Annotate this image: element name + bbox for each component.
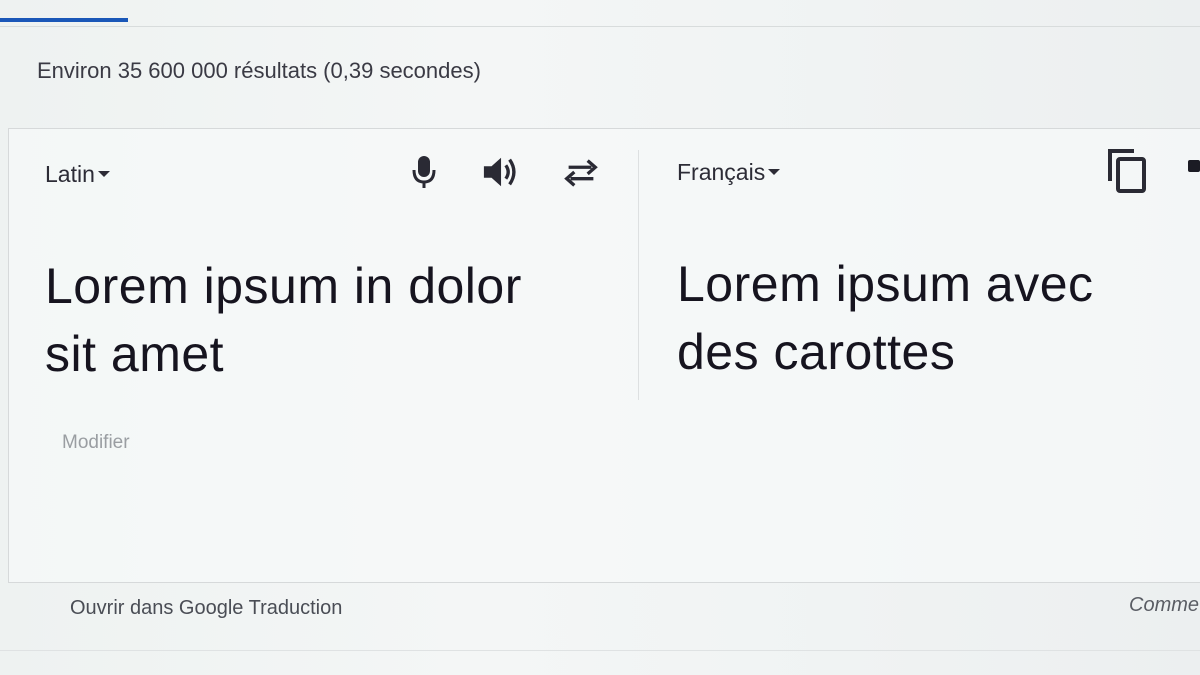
swap-languages-button[interactable] (561, 152, 601, 192)
listen-source-button[interactable] (482, 152, 522, 192)
chevron-down-icon (97, 170, 110, 177)
translated-text: Lorem ipsum avec des carottes (677, 250, 1197, 386)
more-options-icon[interactable] (1188, 160, 1200, 172)
source-text-line: sit amet (45, 326, 225, 382)
footer-divider (0, 650, 1200, 651)
translated-text-line: Lorem ipsum avec (677, 256, 1094, 312)
microphone-icon (412, 156, 436, 188)
feedback-link[interactable]: Comme (1129, 594, 1199, 617)
chevron-down-icon (768, 168, 781, 175)
swap-languages-icon (564, 159, 598, 187)
source-language-selector[interactable]: Latin (45, 161, 110, 188)
result-stats: Environ 35 600 000 résultats (0,39 secon… (37, 58, 481, 83)
speaker-icon (483, 157, 516, 187)
source-language-label: Latin (45, 161, 95, 187)
target-language-label: Français (677, 159, 766, 185)
target-language-selector[interactable]: Français (677, 159, 781, 186)
open-in-google-translate-link[interactable]: Ouvrir dans Google Traduction (70, 597, 342, 620)
translated-text-line: des carottes (677, 324, 956, 380)
active-tab-indicator (0, 18, 128, 22)
copy-icon (1108, 149, 1146, 193)
source-text[interactable]: Lorem ipsum in dolor sit amet (45, 252, 625, 388)
copy-translation-button[interactable] (1104, 146, 1152, 194)
pane-divider (638, 150, 639, 400)
search-results-page: Environ 35 600 000 résultats (0,39 secon… (0, 0, 1200, 675)
header-divider (0, 26, 1200, 27)
source-text-line: Lorem ipsum in dolor (45, 258, 522, 314)
microphone-button[interactable] (404, 152, 444, 192)
edit-link[interactable]: Modifier (62, 432, 130, 454)
